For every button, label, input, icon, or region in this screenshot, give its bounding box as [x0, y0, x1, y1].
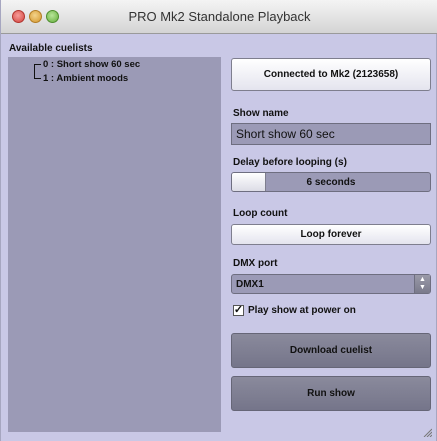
resize-grip-icon[interactable]	[422, 427, 432, 437]
loop-count-button[interactable]: Loop forever	[231, 224, 431, 245]
connection-status-button[interactable]: Connected to Mk2 (2123658)	[231, 58, 431, 91]
delay-label: Delay before looping (s)	[233, 157, 347, 168]
cuelist-item[interactable]: 1 : Ambient moods	[43, 73, 128, 84]
delay-value: 6 seconds	[306, 177, 356, 188]
show-name-field[interactable]	[231, 123, 431, 145]
dmx-port-label: DMX port	[233, 258, 278, 269]
play-at-power-label: Play show at power on	[248, 305, 356, 316]
app-window: PRO Mk2 Standalone Playback Available cu…	[0, 0, 437, 441]
play-at-power-row[interactable]: ✓ Play show at power on	[233, 305, 356, 316]
checkmark-icon: ✓	[233, 304, 244, 316]
cuelist-item[interactable]: 0 : Short show 60 sec	[43, 59, 140, 70]
tree-connector	[34, 64, 35, 78]
loop-count-label: Loop count	[233, 208, 288, 219]
cuelist-tree[interactable]: 0 : Short show 60 sec 1 : Ambient moods	[8, 57, 221, 432]
dmx-port-select[interactable]: DMX1 ▲ ▼	[231, 274, 431, 294]
window-title: PRO Mk2 Standalone Playback	[128, 9, 311, 24]
show-name-label: Show name	[233, 108, 289, 119]
tree-connector	[34, 78, 41, 79]
select-stepper-icon[interactable]: ▲ ▼	[414, 275, 430, 293]
title-bar: PRO Mk2 Standalone Playback	[1, 0, 437, 34]
cuelists-label: Available cuelists	[9, 43, 93, 54]
dmx-port-selected: DMX1	[236, 279, 264, 290]
download-cuelist-button[interactable]: Download cuelist	[231, 333, 431, 368]
run-show-button[interactable]: Run show	[231, 376, 431, 411]
delay-slider[interactable]: 6 seconds	[231, 172, 431, 192]
play-at-power-checkbox[interactable]: ✓	[233, 305, 244, 316]
tree-connector	[34, 64, 41, 65]
